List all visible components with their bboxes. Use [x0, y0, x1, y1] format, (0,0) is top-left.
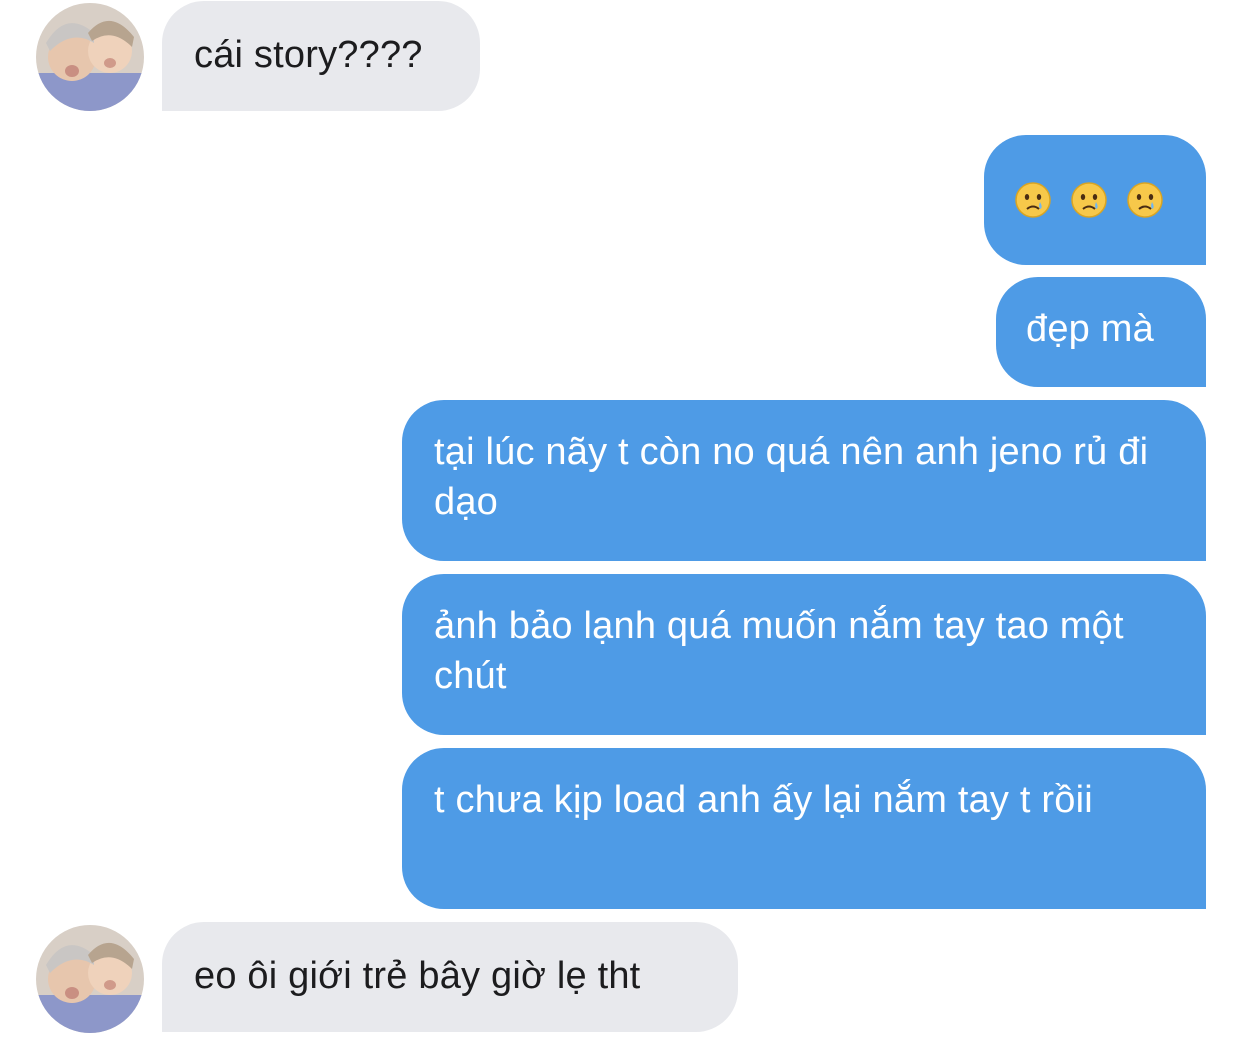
crying-face-emoji	[1071, 182, 1107, 218]
message-text: đẹp mà	[1026, 308, 1154, 350]
message-bubble-outgoing[interactable]: tại lúc nãy t còn no quá nên anh jeno rủ…	[402, 400, 1206, 561]
crying-face-emoji	[1127, 182, 1163, 218]
message-text: tại lúc nãy t còn no quá nên anh jeno rủ…	[434, 431, 1149, 523]
message-bubble-incoming[interactable]: eo ôi giới trẻ bây giờ lẹ tht	[162, 922, 738, 1032]
message-text: cái story????	[194, 34, 423, 76]
emoji-row	[1014, 135, 1176, 265]
contact-avatar[interactable]	[36, 3, 144, 111]
message-text: t chưa kịp load anh ấy lại nắm tay t rồi…	[434, 779, 1093, 821]
avatar-photo	[36, 925, 144, 1033]
message-bubble-incoming[interactable]: cái story????	[162, 1, 480, 111]
message-bubble-outgoing[interactable]: ảnh bảo lạnh quá muốn nắm tay tao một ch…	[402, 574, 1206, 735]
message-bubble-outgoing[interactable]	[984, 135, 1206, 265]
message-bubble-outgoing[interactable]: t chưa kịp load anh ấy lại nắm tay t rồi…	[402, 748, 1206, 909]
message-bubble-outgoing[interactable]: đẹp mà	[996, 277, 1206, 387]
avatar-photo	[36, 3, 144, 111]
message-text: ảnh bảo lạnh quá muốn nắm tay tao một ch…	[434, 605, 1124, 697]
crying-face-emoji	[1015, 182, 1051, 218]
contact-avatar[interactable]	[36, 925, 144, 1033]
message-text: eo ôi giới trẻ bây giờ lẹ tht	[194, 955, 641, 997]
